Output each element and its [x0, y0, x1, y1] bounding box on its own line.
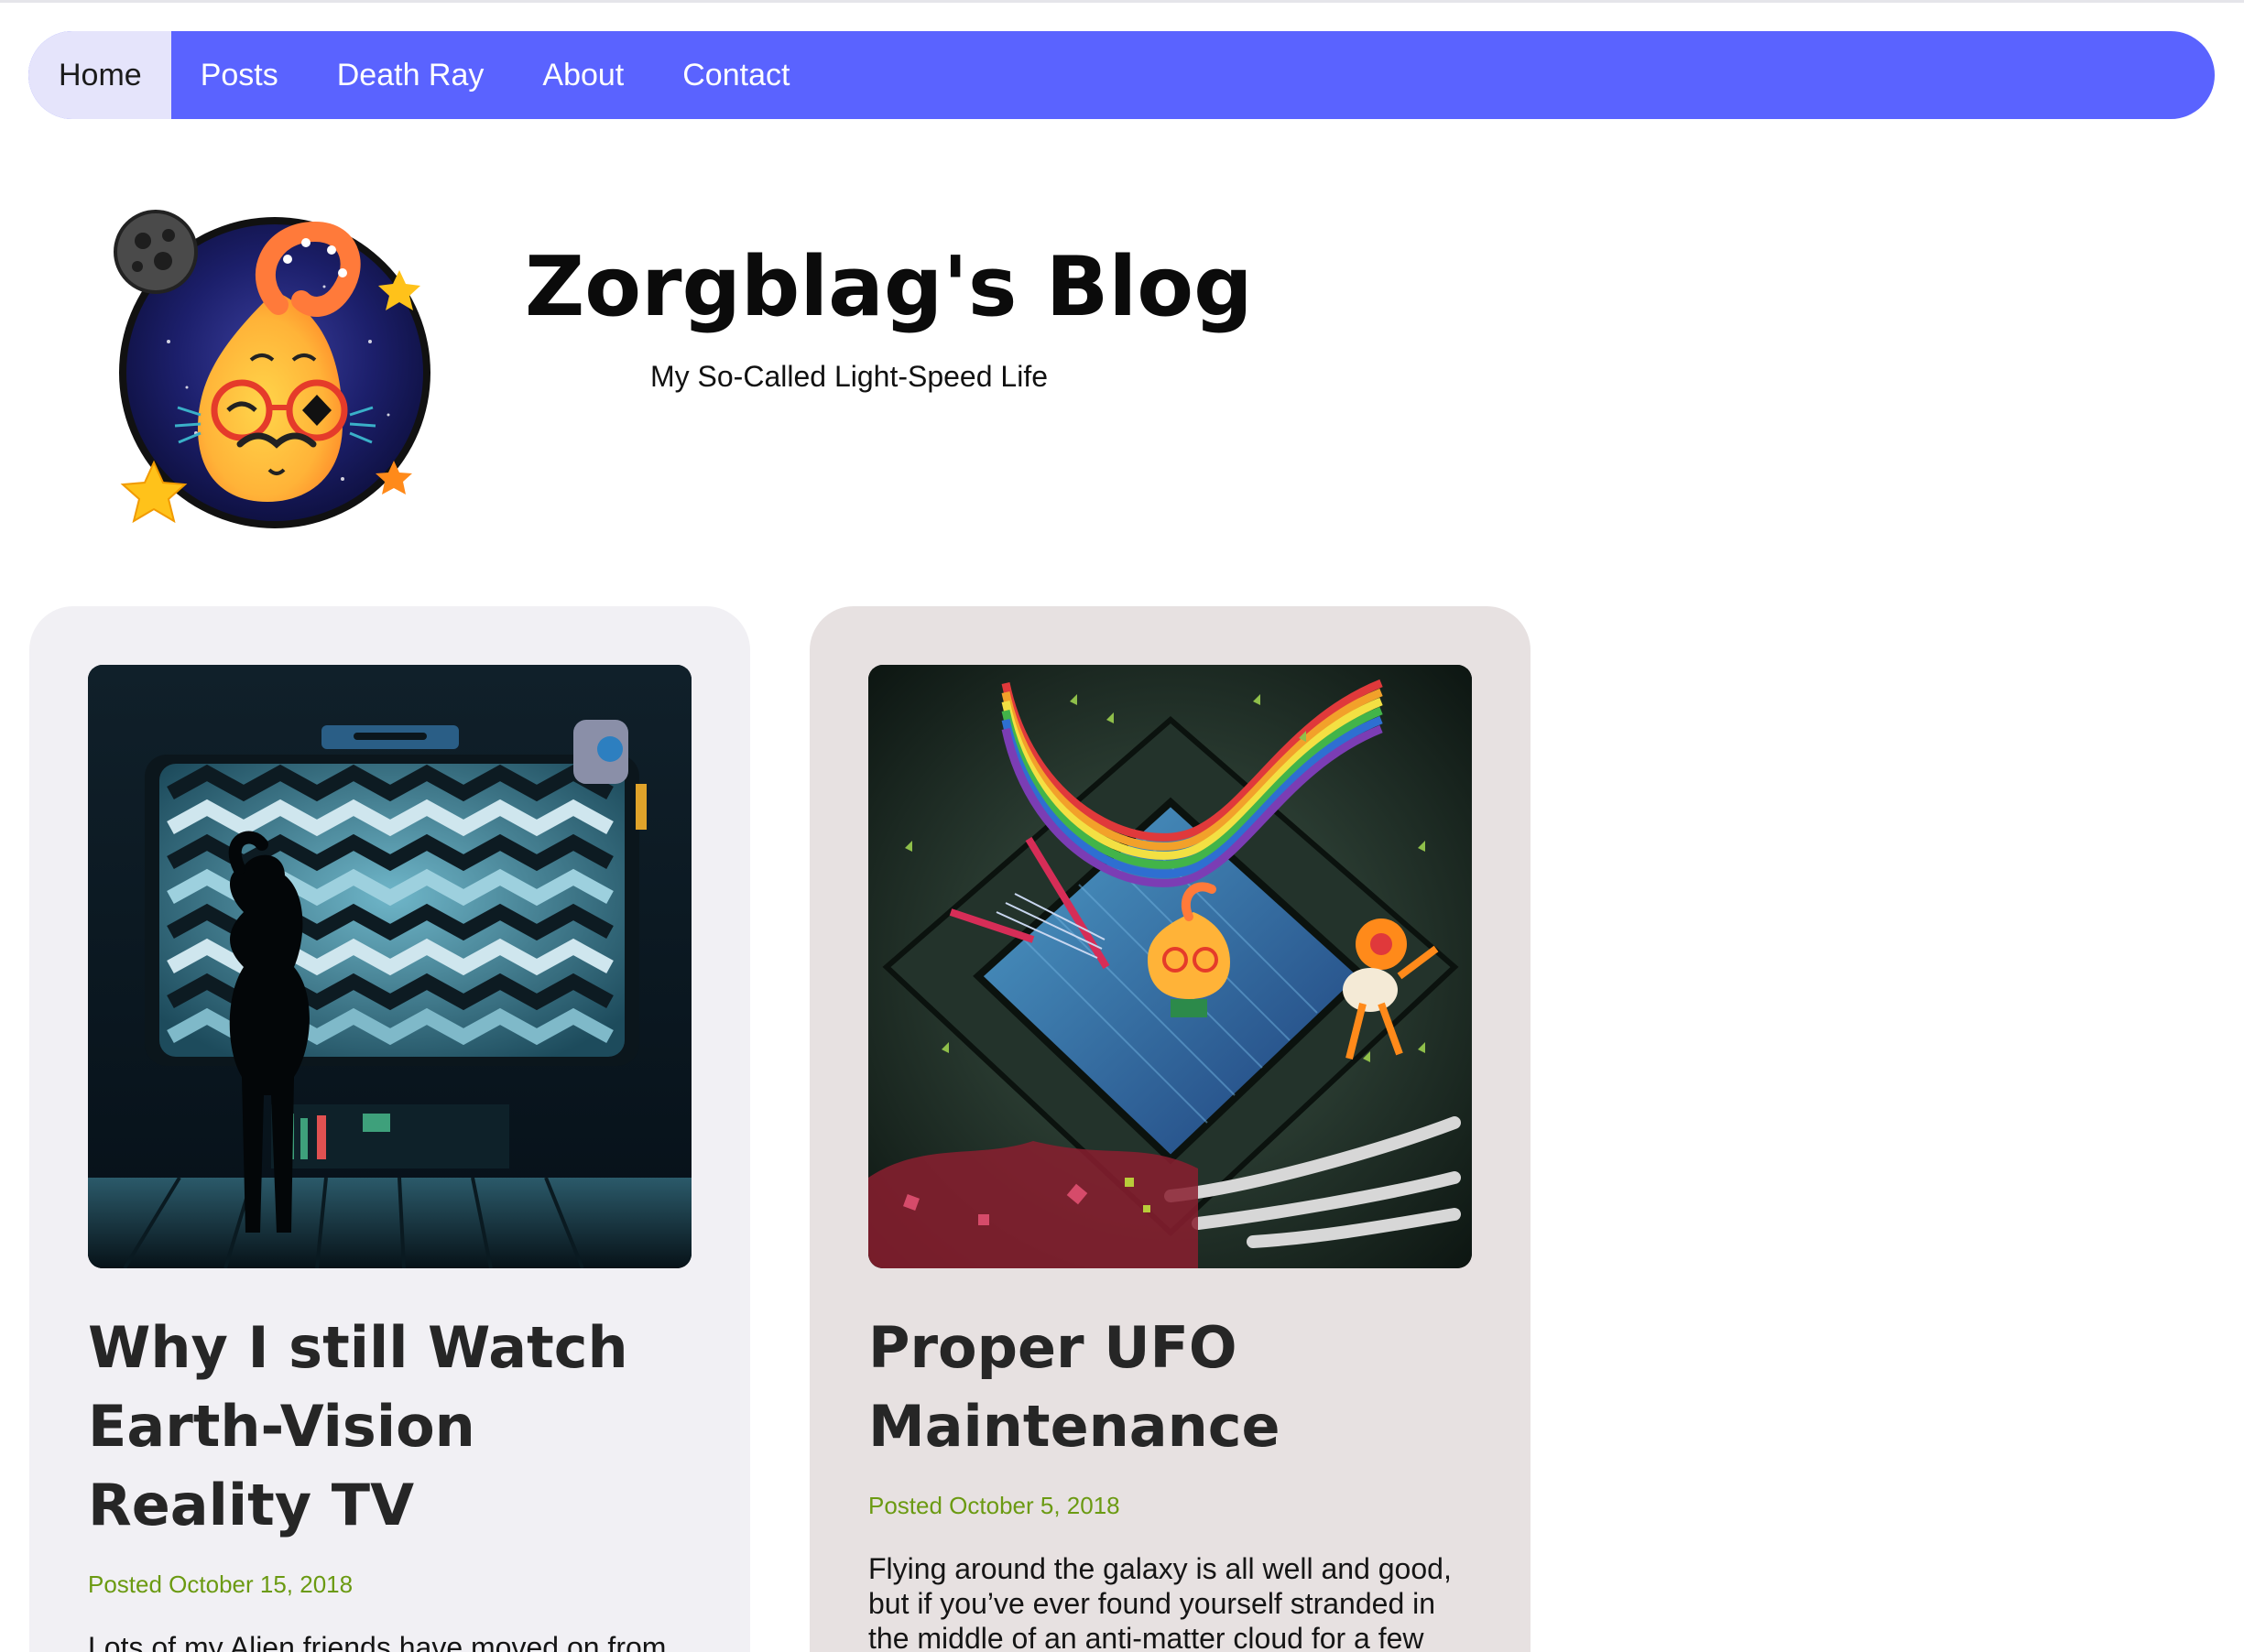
post-title[interactable]: Why I still Watch Earth-Vision Reality T…	[88, 1309, 692, 1545]
nav-item-contact[interactable]: Contact	[653, 31, 819, 119]
site-title: Zorgblag's Blog	[525, 239, 1253, 335]
alien-watching-tv-illustration-icon[interactable]	[88, 665, 692, 1268]
site-tagline: My So-Called Light-Speed Life	[649, 360, 1048, 393]
nav-item-about[interactable]: About	[513, 31, 653, 119]
post-date: Posted October 5, 2018	[868, 1492, 1120, 1519]
post-excerpt: Flying around the galaxy is all well and…	[868, 1552, 1452, 1652]
post-card[interactable]: Proper UFO Maintenance Posted October 5,…	[810, 606, 1530, 1652]
alien-avatar-logo-icon[interactable]	[114, 204, 436, 534]
post-excerpt: Lots of my Alien friends have moved on f…	[88, 1631, 667, 1652]
post-date: Posted October 15, 2018	[88, 1570, 354, 1598]
nav-item-death-ray[interactable]: Death Ray	[308, 31, 514, 119]
ufo-maintenance-illustration-icon[interactable]	[868, 665, 1472, 1268]
nav-item-posts[interactable]: Posts	[171, 31, 308, 119]
page: Home Posts Death Ray About Contact Zorgb…	[0, 0, 2244, 1652]
post-title[interactable]: Proper UFO Maintenance	[868, 1309, 1472, 1466]
post-card[interactable]: Why I still Watch Earth-Vision Reality T…	[29, 606, 750, 1652]
top-nav: Home Posts Death Ray About Contact	[28, 31, 2215, 119]
nav-item-home[interactable]: Home	[28, 31, 171, 119]
